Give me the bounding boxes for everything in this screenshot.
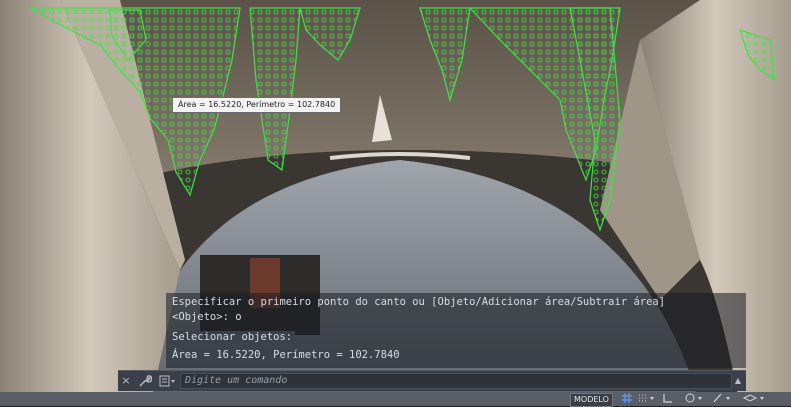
osnap-icon[interactable] <box>712 393 734 405</box>
close-icon[interactable]: × <box>120 373 132 389</box>
command-history: Especificar o primeiro ponto do canto ou… <box>166 293 746 368</box>
command-input[interactable] <box>180 373 732 389</box>
status-bar: MODELO <box>0 392 791 407</box>
history-line: Especificar o primeiro ponto do canto ou… <box>172 296 666 308</box>
ortho-icon[interactable] <box>662 393 676 405</box>
wrench-icon[interactable] <box>136 373 154 389</box>
history-line: <Objeto>: o <box>172 311 242 323</box>
expand-history-icon[interactable]: ▲ <box>732 373 744 389</box>
history-line: Área = 16.5220, Perímetro = 102.7840 <box>169 349 403 361</box>
polar-icon[interactable] <box>684 393 706 405</box>
recent-commands-icon[interactable] <box>158 373 178 389</box>
model-tab[interactable]: MODELO <box>570 393 613 407</box>
measurement-tooltip: Área = 16.5220, Perímetro = 102.7840 <box>172 97 342 113</box>
history-line: Selecionar objetos: <box>169 331 296 343</box>
snap-icon[interactable] <box>638 393 656 405</box>
grid-icon[interactable] <box>622 393 632 405</box>
command-line: × ▲ <box>118 370 746 391</box>
isodraft-icon[interactable] <box>742 393 770 405</box>
